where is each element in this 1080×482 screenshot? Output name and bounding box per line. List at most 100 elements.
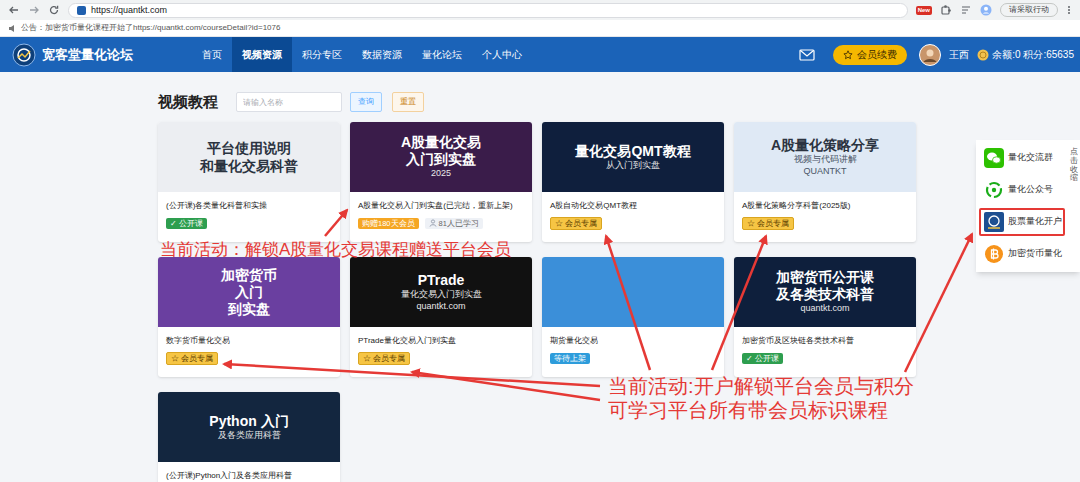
course-body: PTrade量化交易入门到实盘 ☆会员专属 (350, 327, 532, 371)
course-title[interactable]: A股量化策略分享科普(2025版) (742, 200, 908, 211)
address-bar[interactable]: https://quantkt.com (68, 3, 908, 18)
nav-item[interactable]: 视频资源 (232, 37, 292, 72)
cover-line: 2025 (431, 168, 451, 179)
course-title[interactable]: A股量化交易入门到实盘(已完结，重新上架) (358, 200, 524, 211)
site-logo-icon (12, 43, 36, 67)
browser-toolbar: https://quantkt.com New 请采取行动 (0, 0, 1080, 20)
renew-button[interactable]: 会员续费 (833, 45, 907, 65)
search-input[interactable] (236, 92, 342, 112)
course-title[interactable]: 期货量化交易 (550, 335, 716, 346)
speaker-icon (8, 24, 17, 33)
bitcoin-icon (984, 244, 1004, 264)
star-icon (843, 50, 853, 60)
badge-row: ✓公开课 (166, 217, 332, 229)
side-panel-label[interactable]: 量化交流群 (1008, 151, 1053, 165)
new-badge: New (916, 6, 932, 15)
course-cover[interactable]: 加密货币公开课及各类技术科普quantkt.com (734, 257, 916, 327)
annotation: 当前活动：解锁A股量化交易课程赠送平台会员 (160, 240, 511, 260)
side-panel-item[interactable]: 股票量化开户 (979, 208, 1065, 236)
side-panel-item[interactable]: 量化交流群 (979, 144, 1065, 172)
course-card[interactable]: PTrade量化交易入门到实盘quantkt.comPTrade量化交易入门到实… (350, 257, 532, 377)
back-icon[interactable] (8, 4, 20, 16)
course-cover[interactable]: 量化交易QMT教程从入门到实盘 (542, 122, 724, 192)
nav-item[interactable]: 数据资源 (352, 37, 412, 72)
renew-label[interactable]: 会员续费 (857, 47, 897, 62)
cover-line: PTrade (418, 272, 465, 288)
site-brand[interactable]: 宽客堂量化论坛 (0, 43, 192, 67)
cover-line: 到实盘 (228, 301, 270, 317)
course-cover[interactable]: Python 入门及各类应用科普 (158, 392, 340, 462)
badge-text: 会员专属 (565, 218, 597, 229)
menu-icon[interactable] (1066, 4, 1072, 16)
side-panel-label[interactable]: 股票量化开户 (1008, 215, 1062, 229)
course-body: 期货量化交易等待上架 (542, 327, 724, 370)
badge-icon: ☆ (555, 218, 563, 229)
course-card[interactable]: 量化交易QMT教程从入门到实盘 A股自动化交易QMT教程 ☆会员专属 (542, 122, 724, 242)
extensions-icon[interactable] (940, 4, 952, 16)
course-title[interactable]: PTrade量化交易入门到实盘 (358, 335, 524, 346)
nav-item[interactable]: 首页 (192, 37, 232, 72)
cover-line: 平台使用说明 (207, 140, 291, 156)
collapse-label[interactable]: 点击收缩 (1070, 148, 1078, 272)
reading-list-icon[interactable] (960, 4, 972, 16)
course-card[interactable]: 加密货币公开课及各类技术科普quantkt.com加密货币及区块链各类技术科普✓… (734, 257, 916, 377)
side-panel-item[interactable]: 量化公众号 (979, 176, 1065, 204)
profile-icon[interactable] (980, 4, 992, 16)
course-title[interactable]: (公开课)各类量化科普和实操 (166, 200, 332, 211)
course-cover[interactable] (542, 257, 724, 327)
course-cover[interactable]: A股量化交易入门到实盘2025 (350, 122, 532, 192)
side-panel-label[interactable]: 加密货币量化 (1008, 247, 1062, 261)
cover-line: 入门 (235, 284, 263, 300)
nav-item[interactable]: 积分专区 (292, 37, 352, 72)
course-cover[interactable]: A股量化策略分享视频与代码讲解QUANTKT (734, 122, 916, 192)
cover-line: 及各类技术科普 (776, 286, 874, 302)
mail-icon[interactable] (799, 49, 815, 61)
nav-item[interactable]: 个人中心 (472, 37, 532, 72)
url-text[interactable]: https://quantkt.com (91, 4, 167, 16)
search-button[interactable]: 查询 (350, 92, 382, 112)
course-body: (公开课)各类量化科普和实操 ✓公开课 (158, 192, 340, 235)
course-card[interactable]: A股量化交易入门到实盘2025A股量化交易入门到实盘(已完结，重新上架)购赠18… (350, 122, 532, 242)
course-card[interactable]: Python 入门及各类应用科普 (公开课)Python入门及各类应用科普 (158, 392, 340, 482)
nav-item[interactable]: 量化论坛 (412, 37, 472, 72)
cover-text: Python 入门及各类应用科普 (209, 413, 288, 441)
action-button[interactable]: 请采取行动 (1000, 3, 1058, 17)
page-title: 视频教程 (158, 91, 218, 114)
course-badge: ☆会员专属 (358, 352, 410, 365)
badge-row: ☆会员专属 (550, 217, 716, 230)
side-panel-item[interactable]: 加密货币量化 (979, 240, 1065, 268)
site-name[interactable]: 宽客堂量化论坛 (42, 45, 133, 65)
cover-line: A股量化策略分享 (771, 137, 879, 153)
announcement-text[interactable]: 公告：加密货币量化课程开始了https://quantkt.com/course… (21, 22, 280, 34)
cover-line: 入门到实盘 (406, 151, 476, 167)
forward-icon[interactable] (28, 4, 40, 16)
course-badge: ☆会员专属 (742, 217, 794, 230)
annotation-line: 可学习平台所有带会员标识课程 (608, 398, 914, 422)
user-name[interactable]: 王西 (949, 47, 969, 62)
announcement-bar: 公告：加密货币量化课程开始了https://quantkt.com/course… (0, 20, 1080, 37)
course-title[interactable]: 加密货币及区块链各类技术科普 (742, 335, 908, 346)
cover-text: 加密货币公开课及各类技术科普quantkt.com (776, 269, 874, 314)
badge-row: 等待上架 (550, 352, 716, 364)
course-card[interactable]: 平台使用说明和量化交易科普 (公开课)各类量化科普和实操 ✓公开课 (158, 122, 340, 242)
reload-icon[interactable] (48, 4, 60, 16)
collapse-toggle[interactable]: 点击收缩 (1068, 140, 1080, 272)
reset-button[interactable]: 重置 (392, 92, 424, 112)
cover-line: 量化交易入门到实盘 (401, 289, 482, 300)
course-cover[interactable]: 加密货币入门到实盘 (158, 257, 340, 327)
avatar-icon[interactable] (919, 44, 941, 66)
badge-icon: ☆ (363, 353, 371, 364)
badge-text: 会员专属 (757, 218, 789, 229)
course-title[interactable]: A股自动化交易QMT教程 (550, 200, 716, 211)
course-cover[interactable]: PTrade量化交易入门到实盘quantkt.com (350, 257, 532, 327)
course-grid: 平台使用说明和量化交易科普 (公开课)各类量化科普和实操 ✓公开课 A股量化交易入门到… (158, 122, 1080, 482)
course-card[interactable]: A股量化策略分享视频与代码讲解QUANTKT A股量化策略分享科普(2025版) ☆… (734, 122, 916, 242)
course-card[interactable]: 加密货币入门到实盘数字货币量化交易☆会员专属 (158, 257, 340, 377)
side-panel-label[interactable]: 量化公众号 (1008, 183, 1053, 197)
course-title[interactable]: (公开课)Python入门及各类应用科普 (166, 470, 332, 481)
course-cover[interactable]: 平台使用说明和量化交易科普 (158, 122, 340, 192)
annotation-line: 当前活动：解锁A股量化交易课程赠送平台会员 (160, 240, 511, 260)
official-icon (984, 180, 1004, 200)
course-card[interactable]: 期货量化交易等待上架 (542, 257, 724, 377)
course-title[interactable]: 数字货币量化交易 (166, 335, 332, 346)
